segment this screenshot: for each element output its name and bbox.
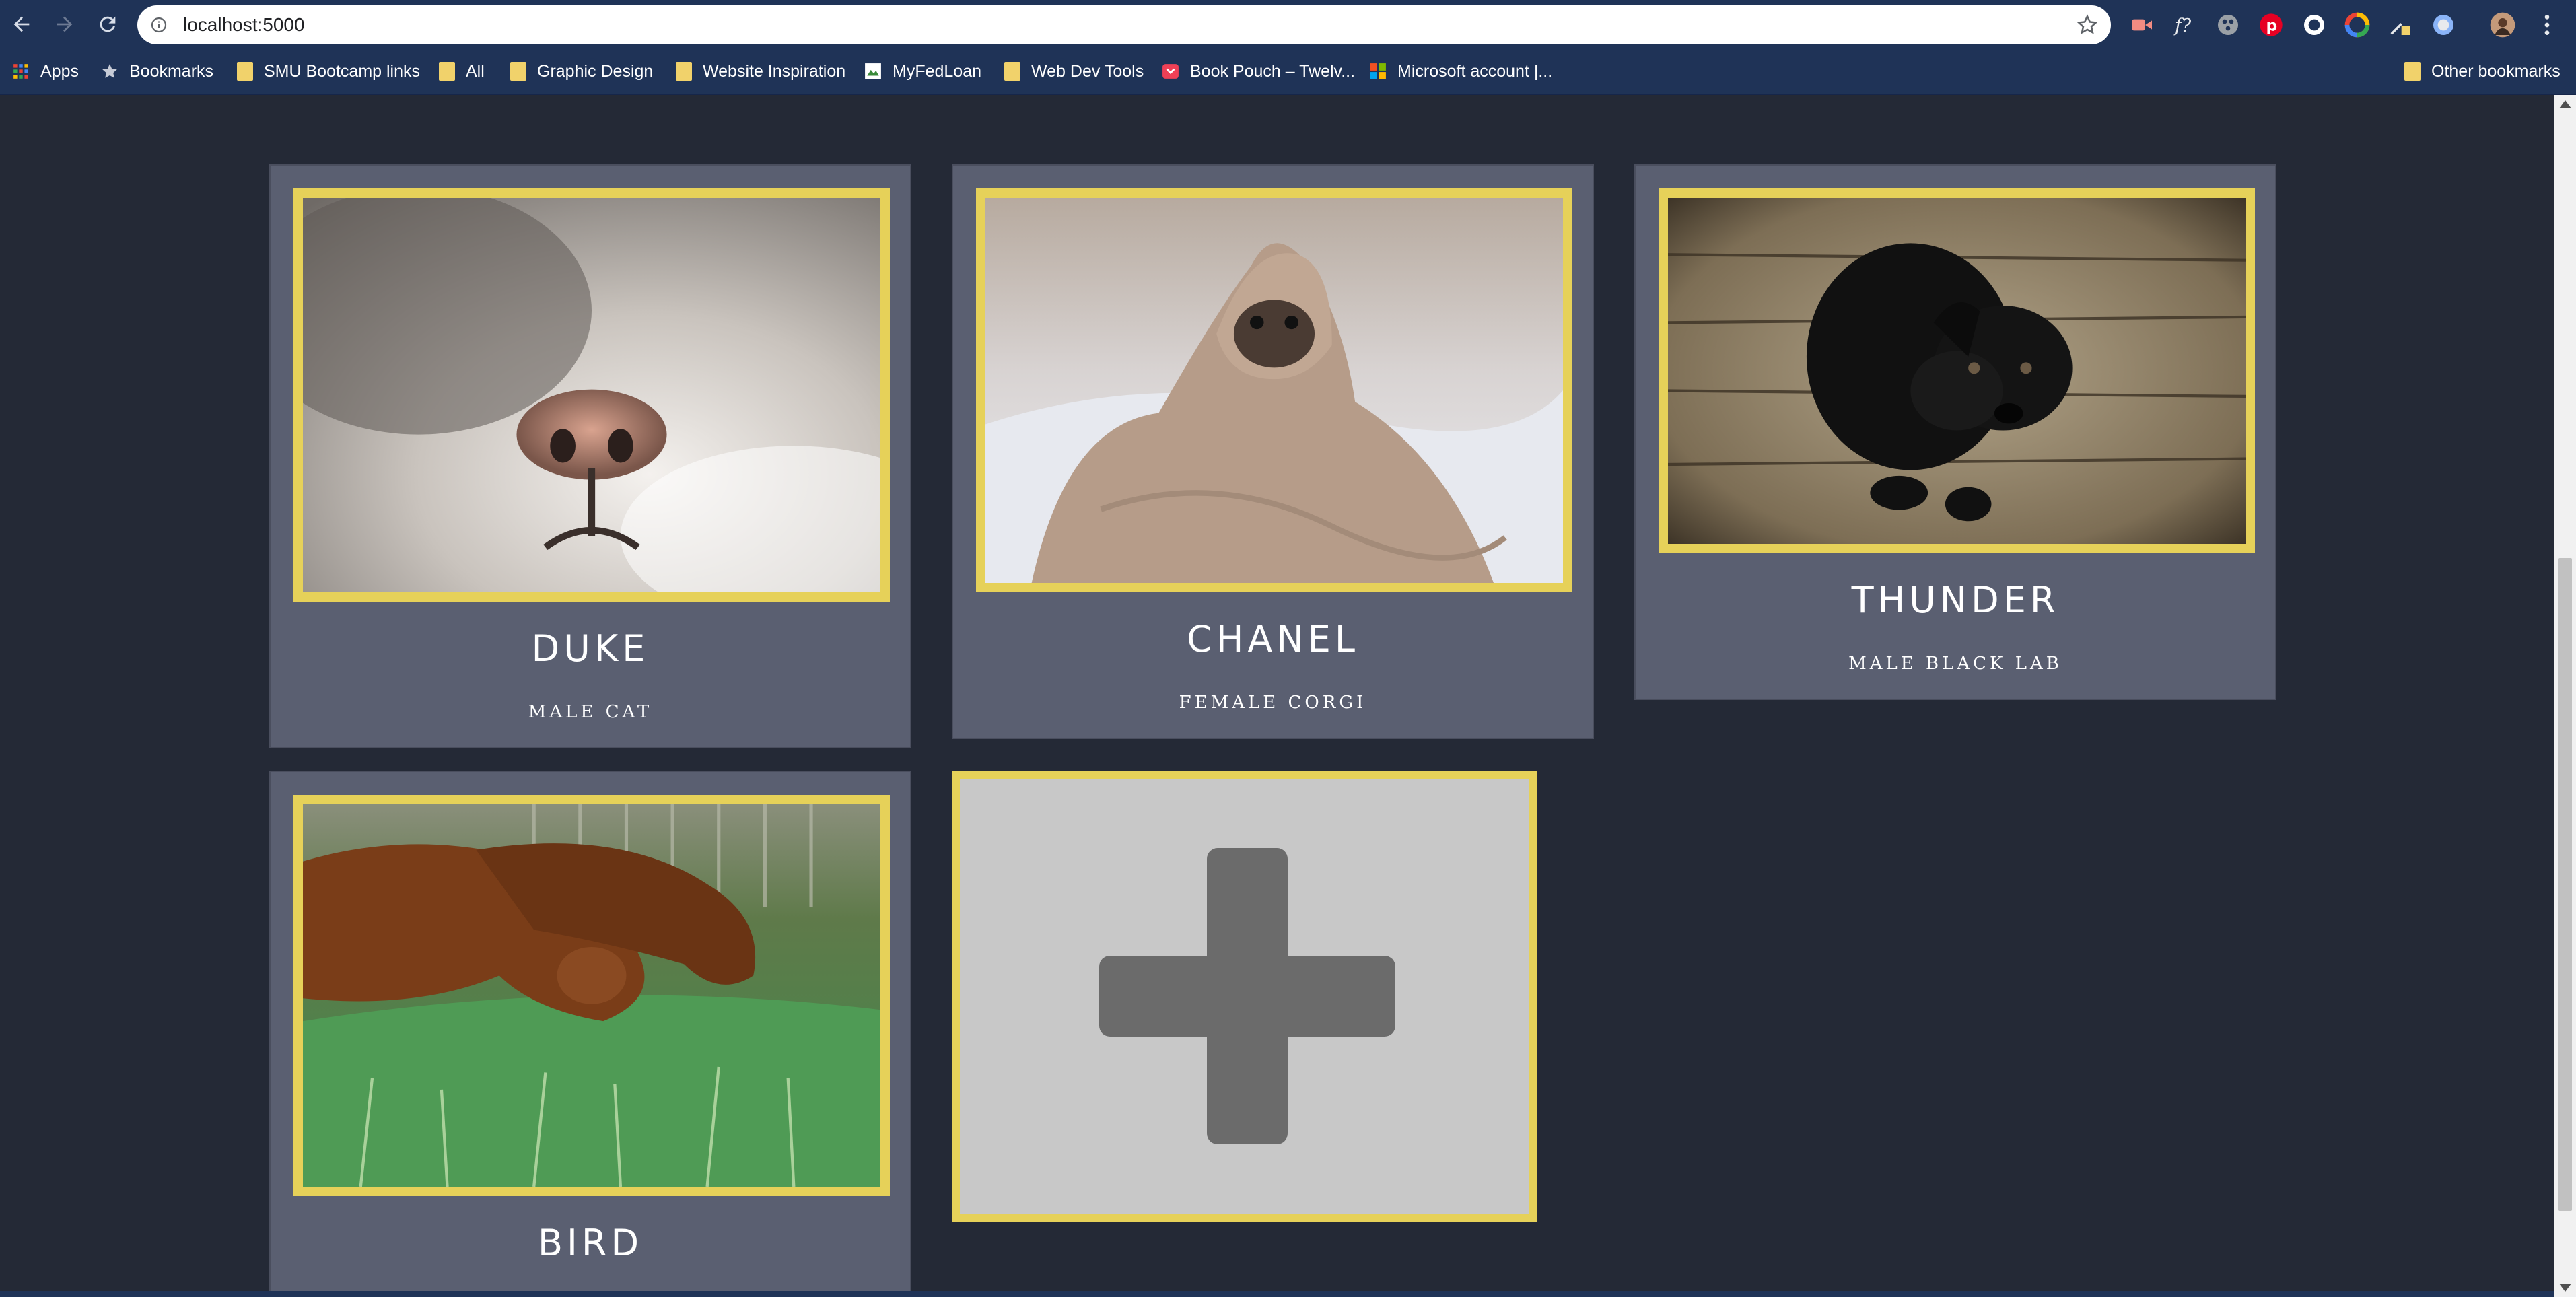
forward-arrow-icon xyxy=(57,16,73,32)
bookmark-folder[interactable]: Graphic Design xyxy=(510,49,653,94)
bookmark-apps[interactable]: Apps xyxy=(12,49,79,94)
pet-description: MALE BLACK LAB xyxy=(1848,654,2062,674)
back-button[interactable] xyxy=(4,7,39,42)
black-lab-puppy-photo xyxy=(1659,188,2255,553)
pet-card-chanel[interactable]: CHANEL FEMALE CORGI xyxy=(952,164,1594,739)
folder-icon xyxy=(510,62,526,81)
browser-toolbar: localhost:5000 f? p xyxy=(0,0,2576,49)
pinterest-icon[interactable]: p xyxy=(2256,10,2286,40)
pet-name: THUNDER xyxy=(1851,579,2060,621)
myfedloan-icon xyxy=(865,63,881,79)
bookmark-folder[interactable]: Web Dev Tools xyxy=(1004,49,1144,94)
apps-grid-icon xyxy=(13,64,28,79)
scrollbar-thumb[interactable] xyxy=(2558,558,2572,1211)
svg-text:f?: f? xyxy=(2173,15,2192,36)
bookmark-book-pouch[interactable]: Book Pouch – Twelv... xyxy=(1162,49,1355,94)
bookmark-bookmarks[interactable]: Bookmarks xyxy=(101,49,213,94)
folder-icon xyxy=(2404,62,2421,81)
extension-video-icon[interactable] xyxy=(2127,10,2157,40)
pug-in-blanket-photo xyxy=(976,188,1572,592)
bookmark-label: All xyxy=(466,61,485,81)
bookmark-label: Bookmarks xyxy=(129,61,214,81)
pet-description: MALE CAT xyxy=(528,702,653,722)
color-wheel-icon[interactable] xyxy=(2342,10,2372,40)
extension-shield-icon[interactable] xyxy=(2429,10,2458,40)
dachshunds-on-grass-photo xyxy=(293,795,890,1196)
folder-icon xyxy=(439,62,455,81)
menu-dots-icon[interactable] xyxy=(2532,10,2562,40)
pet-card-thunder[interactable]: THUNDER MALE BLACK LAB xyxy=(1634,164,2276,700)
bookmark-label: SMU Bootcamp links xyxy=(264,61,421,81)
status-strip xyxy=(0,1291,2554,1297)
folder-icon xyxy=(237,62,253,81)
reload-button[interactable] xyxy=(90,7,125,42)
other-bookmarks-label: Other bookmarks xyxy=(2431,61,2561,81)
extension-circle-icon[interactable] xyxy=(2299,10,2329,40)
bookmark-label: Website Inspiration xyxy=(703,61,846,81)
svg-text:p: p xyxy=(2266,15,2278,34)
folder-icon xyxy=(676,62,692,81)
pet-description: FEMALE CORGI xyxy=(1179,693,1367,713)
scroll-down-icon[interactable] xyxy=(2559,1284,2571,1292)
back-arrow-icon xyxy=(13,16,30,32)
cat-nose-photo xyxy=(293,188,890,602)
folder-icon xyxy=(1004,62,1020,81)
forward-button[interactable] xyxy=(47,7,82,42)
url-text[interactable]: localhost:5000 xyxy=(183,5,305,44)
star-icon xyxy=(102,64,117,78)
bookmark-label: Microsoft account |... xyxy=(1397,61,1553,81)
extension-font-icon[interactable]: f? xyxy=(2170,10,2200,40)
profile-avatar[interactable] xyxy=(2488,10,2517,40)
info-icon[interactable] xyxy=(151,17,167,33)
pocket-icon xyxy=(1162,64,1179,79)
bookmark-other[interactable]: Other bookmarks xyxy=(2404,49,2561,94)
plus-icon-horizontal-bar xyxy=(1099,956,1395,1037)
pet-name: BIRD xyxy=(537,1222,643,1264)
bookmark-folder[interactable]: Website Inspiration xyxy=(676,49,845,94)
pet-name: CHANEL xyxy=(1187,618,1359,660)
vertical-scrollbar[interactable] xyxy=(2554,95,2576,1297)
bookmark-label: Web Dev Tools xyxy=(1031,61,1144,81)
eyedropper-icon[interactable] xyxy=(2386,10,2415,40)
extension-palette-icon[interactable] xyxy=(2213,10,2243,40)
bookmark-label: Graphic Design xyxy=(537,61,654,81)
scroll-up-icon[interactable] xyxy=(2559,100,2571,108)
reload-icon xyxy=(100,16,116,32)
bookmark-folder[interactable]: All xyxy=(439,49,485,94)
microsoft-icon xyxy=(1370,63,1386,79)
address-bar[interactable]: localhost:5000 xyxy=(137,5,2111,44)
add-pet-button[interactable] xyxy=(952,771,1537,1222)
bookmark-label: MyFedLoan xyxy=(893,61,982,81)
bookmark-folder[interactable]: SMU Bootcamp links xyxy=(237,49,420,94)
bookmark-label: Apps xyxy=(40,61,79,81)
bookmark-myfedloan[interactable]: MyFedLoan xyxy=(864,49,981,94)
bookmark-microsoft[interactable]: Microsoft account |... xyxy=(1369,49,1552,94)
bookmarks-bar: Apps Bookmarks SMU Bootcamp links All Gr… xyxy=(0,49,2576,95)
pet-name: DUKE xyxy=(531,627,650,670)
bookmark-star-icon[interactable] xyxy=(2076,13,2099,36)
pet-card-bird[interactable]: BIRD xyxy=(269,771,911,1297)
pet-card-duke[interactable]: DUKE MALE CAT xyxy=(269,164,911,748)
bookmark-label: Book Pouch – Twelv... xyxy=(1190,61,1356,81)
